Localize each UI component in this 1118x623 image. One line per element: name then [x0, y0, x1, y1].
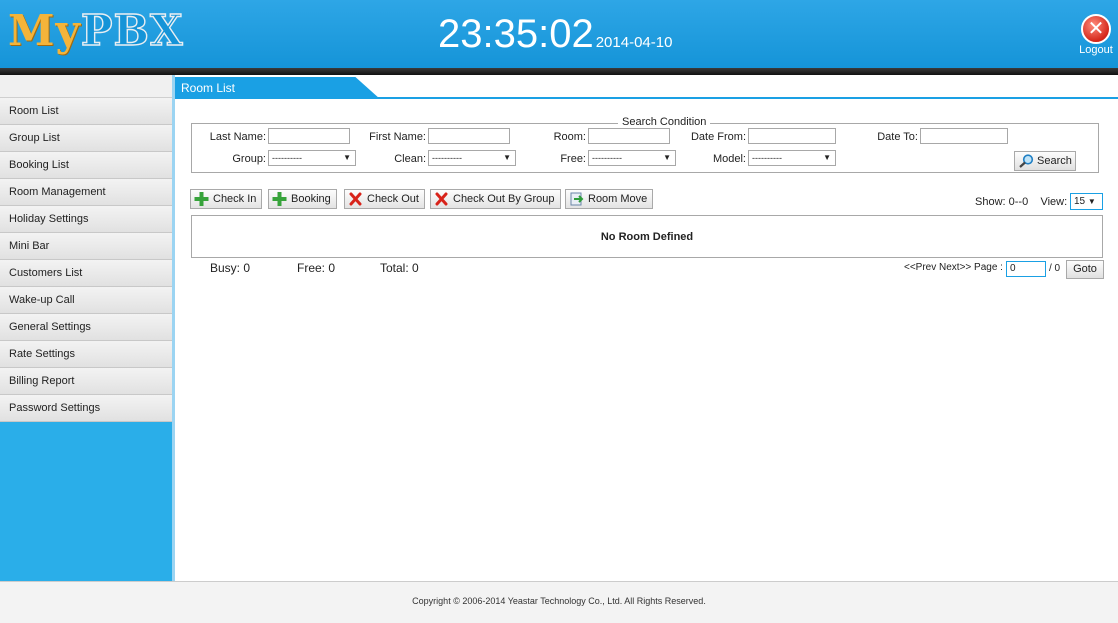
search-icon: [1019, 154, 1034, 168]
free-select[interactable]: ---------- ▼: [588, 150, 676, 166]
chevron-down-icon: ▼: [503, 153, 511, 162]
room-label: Room:: [553, 131, 586, 143]
view-count-select[interactable]: 15 ▼: [1070, 193, 1103, 210]
booking-button[interactable]: Booking: [268, 189, 337, 209]
logout-button[interactable]: ✕ Logout: [1074, 14, 1118, 56]
sidebar-spacer: [0, 75, 172, 98]
empty-table-message: No Room Defined: [600, 231, 694, 243]
sidebar-item-wake-up-call[interactable]: Wake-up Call: [0, 287, 172, 314]
copyright-text: Copyright © 2006-2014 Yeastar Technology…: [412, 596, 706, 606]
clean-select-value: ----------: [432, 153, 462, 163]
clean-label: Clean:: [394, 153, 426, 165]
plus-icon: [272, 192, 287, 206]
pager-prev-next[interactable]: <<Prev Next>> Page :: [904, 262, 1003, 273]
header-divider: [0, 68, 1118, 75]
group-select-value: ----------: [272, 153, 302, 163]
free-select-value: ----------: [592, 153, 622, 163]
clock-date: 2014-04-10: [595, 34, 673, 51]
room-move-button[interactable]: Room Move: [565, 189, 654, 209]
close-icon: ✕: [1081, 14, 1111, 44]
date-from-label: Date From:: [690, 131, 746, 143]
last-name-input[interactable]: [268, 128, 350, 144]
tab-bar: Room List: [175, 75, 1118, 99]
view-count-value: 15: [1074, 196, 1086, 207]
main-content: Room List Search Condition Last Name: Fi…: [175, 75, 1118, 581]
model-select[interactable]: ---------- ▼: [748, 150, 836, 166]
sidebar-item-room-management[interactable]: Room Management: [0, 179, 172, 206]
clock-time: 23:35:02: [438, 12, 594, 56]
date-from-input[interactable]: [748, 128, 836, 144]
total-count: Total: 0: [380, 261, 419, 275]
sidebar: Room List Group List Booking List Room M…: [0, 75, 172, 581]
check-out-label: Check Out: [367, 193, 419, 205]
search-legend: Search Condition: [618, 116, 711, 128]
sidebar-item-billing-report[interactable]: Billing Report: [0, 368, 172, 395]
date-to-label: Date To:: [877, 131, 918, 143]
room-input[interactable]: [588, 128, 670, 144]
free-count: Free: 0: [297, 261, 336, 275]
sidebar-item-general-settings[interactable]: General Settings: [0, 314, 172, 341]
search-button[interactable]: Search: [1014, 151, 1076, 171]
room-move-icon: [570, 192, 584, 206]
check-in-button[interactable]: Check In: [190, 189, 263, 209]
model-select-value: ----------: [752, 153, 782, 163]
room-table: No Room Defined: [191, 215, 1103, 258]
show-range-text: Show: 0--0 View:: [975, 196, 1067, 208]
clock: 23:35:02 2014-04-10: [438, 12, 672, 65]
first-name-input[interactable]: [428, 128, 510, 144]
busy-count: Busy: 0: [210, 261, 251, 275]
logo-pbx: PBX: [80, 5, 184, 55]
last-name-label: Last Name:: [209, 131, 266, 143]
clean-select[interactable]: ---------- ▼: [428, 150, 516, 166]
footer: Copyright © 2006-2014 Yeastar Technology…: [0, 581, 1118, 623]
free-label: Free:: [560, 153, 586, 165]
chevron-down-icon: ▼: [1087, 197, 1096, 206]
check-out-button[interactable]: Check Out: [344, 189, 425, 209]
group-select[interactable]: ---------- ▼: [268, 150, 356, 166]
view-label: View:: [1040, 196, 1068, 208]
header-bar: MyPBX 23:35:02 2014-04-10 ✕ Logout: [0, 0, 1118, 68]
sidebar-item-rate-settings[interactable]: Rate Settings: [0, 341, 172, 368]
logo-my: My: [8, 6, 81, 55]
plus-icon: [194, 192, 209, 206]
sidebar-item-mini-bar[interactable]: Mini Bar: [0, 233, 172, 260]
search-condition-panel: Search Condition Last Name: First Name: …: [191, 116, 1099, 173]
booking-label: Booking: [291, 193, 331, 205]
model-label: Model:: [712, 153, 746, 165]
chevron-down-icon: ▼: [343, 153, 351, 162]
page-total: / 0: [1049, 263, 1061, 274]
sidebar-item-holiday-settings[interactable]: Holiday Settings: [0, 206, 172, 233]
logout-label: Logout: [1079, 44, 1113, 56]
date-to-input[interactable]: [920, 128, 1008, 144]
check-out-by-group-label: Check Out By Group: [453, 193, 555, 205]
show-range-value: Show: 0--0: [975, 196, 1029, 208]
sidebar-item-customers-list[interactable]: Customers List: [0, 260, 172, 287]
first-name-label: First Name:: [369, 131, 426, 143]
room-move-label: Room Move: [588, 193, 648, 205]
chevron-down-icon: ▼: [823, 153, 831, 162]
sidebar-item-booking-list[interactable]: Booking List: [0, 152, 172, 179]
check-out-by-group-button[interactable]: Check Out By Group: [430, 189, 561, 209]
cross-icon: [435, 192, 448, 206]
sidebar-item-group-list[interactable]: Group List: [0, 125, 172, 152]
sidebar-item-room-list[interactable]: Room List: [0, 98, 172, 125]
goto-button[interactable]: Goto: [1066, 260, 1104, 279]
cross-icon: [349, 192, 362, 206]
sidebar-item-password-settings[interactable]: Password Settings: [0, 395, 172, 422]
mypbx-logo: MyPBX: [8, 5, 184, 56]
page-number-input[interactable]: 0: [1006, 261, 1046, 277]
check-in-label: Check In: [213, 193, 257, 205]
search-button-label: Search: [1037, 155, 1072, 167]
tab-room-list[interactable]: Room List: [175, 77, 380, 99]
group-label: Group:: [232, 153, 266, 165]
